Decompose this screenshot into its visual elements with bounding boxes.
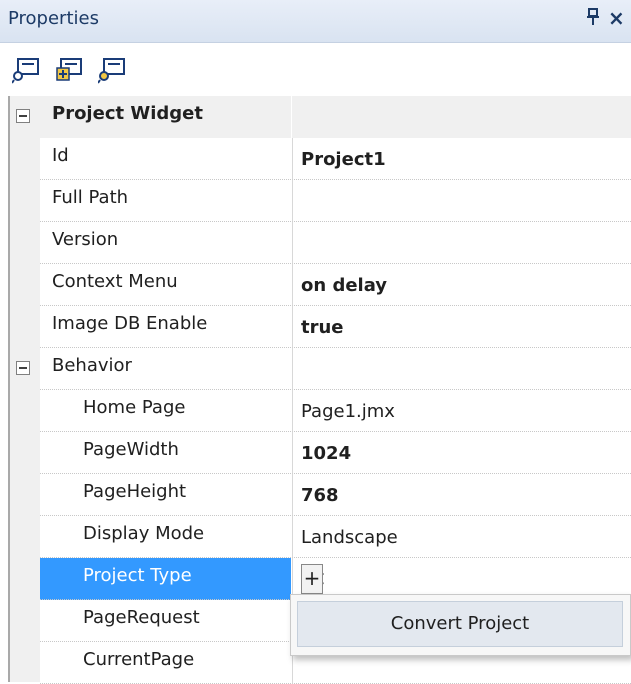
category-project-widget[interactable]: Project Widget (10, 96, 631, 138)
property-label: Context Menu (52, 271, 178, 292)
property-row-page-width[interactable]: PageWidth 1024 (10, 432, 631, 474)
property-label-cell: Display Mode (40, 516, 291, 558)
property-value: Landscape (301, 527, 398, 548)
property-label: Home Page (83, 397, 186, 418)
property-label: Id (52, 145, 69, 166)
alphabetical-view-icon[interactable] (97, 56, 128, 84)
category-label: Behavior (52, 355, 132, 376)
collapse-toggle-icon[interactable] (16, 361, 30, 375)
property-label-cell: Image DB Enable (40, 306, 291, 348)
property-label: PageRequest (83, 607, 200, 628)
property-label-cell: Project Type (40, 558, 291, 600)
toolbar (0, 43, 631, 93)
property-value-cell[interactable]: Page1.jmx (292, 390, 631, 432)
property-value: Project1 (301, 149, 386, 170)
property-label: Version (52, 229, 119, 250)
category-label: Project Widget (52, 103, 203, 124)
property-value-cell[interactable]: true (292, 306, 631, 348)
property-value: on delay (301, 275, 388, 296)
property-value: true (301, 317, 344, 338)
property-label: Display Mode (83, 523, 205, 544)
property-label-cell: CurrentPage (40, 642, 291, 684)
dropdown-popup: Convert Project (290, 594, 631, 656)
property-value-cell[interactable]: 1024 (292, 432, 631, 474)
property-label: Image DB Enable (52, 313, 208, 334)
property-label-cell: Context Menu (40, 264, 291, 306)
property-label-cell: PageHeight (40, 474, 291, 516)
panel-title-bar: Properties × (0, 0, 631, 43)
pin-icon[interactable] (586, 8, 600, 31)
category-label-cell: Behavior (40, 348, 291, 390)
property-label-cell: Full Path (40, 180, 291, 222)
property-label-cell: Home Page (40, 390, 291, 432)
category-value-cell (292, 348, 631, 390)
property-row-page-height[interactable]: PageHeight 768 (10, 474, 631, 516)
expand-button[interactable]: + (301, 564, 323, 594)
property-row-version[interactable]: Version (10, 222, 631, 264)
property-value-cell[interactable]: 768 (292, 474, 631, 516)
property-value: 1024 (301, 443, 352, 464)
convert-project-menu-item[interactable]: Convert Project (297, 601, 623, 647)
menu-item-label: Convert Project (390, 613, 530, 634)
close-icon[interactable]: × (608, 6, 625, 30)
property-row-display-mode[interactable]: Display Mode Landscape (10, 516, 631, 558)
add-property-icon[interactable] (55, 56, 85, 84)
property-value: Page1.jmx (301, 401, 395, 422)
property-label: Project Type (83, 565, 192, 586)
property-label-cell: PageWidth (40, 432, 291, 474)
property-label-cell: PageRequest (40, 600, 291, 642)
property-value-cell[interactable] (292, 222, 631, 264)
property-label: Full Path (52, 187, 129, 208)
categorized-view-icon[interactable] (11, 56, 42, 84)
property-value: 768 (301, 485, 339, 506)
panel-title: Properties (8, 8, 99, 29)
property-label-cell: Id (40, 138, 291, 180)
property-row-context-menu[interactable]: Context Menu on delay (10, 264, 631, 306)
property-row-id[interactable]: Id Project1 (10, 138, 631, 180)
property-value-cell[interactable]: Project1 (292, 138, 631, 180)
category-value-cell (292, 96, 631, 138)
property-row-full-path[interactable]: Full Path (10, 180, 631, 222)
collapse-toggle-icon[interactable] (16, 109, 30, 123)
category-label-cell: Project Widget (40, 96, 291, 138)
property-label: CurrentPage (83, 649, 195, 670)
property-label: PageHeight (83, 481, 187, 502)
property-row-home-page[interactable]: Home Page Page1.jmx (10, 390, 631, 432)
property-row-image-db-enable[interactable]: Image DB Enable true (10, 306, 631, 348)
category-behavior[interactable]: Behavior (10, 348, 631, 390)
property-value-cell[interactable] (292, 180, 631, 222)
property-label-cell: Version (40, 222, 291, 264)
property-value-cell[interactable]: Landscape (292, 516, 631, 558)
property-label: PageWidth (83, 439, 179, 460)
property-value-cell[interactable]: on delay (292, 264, 631, 306)
